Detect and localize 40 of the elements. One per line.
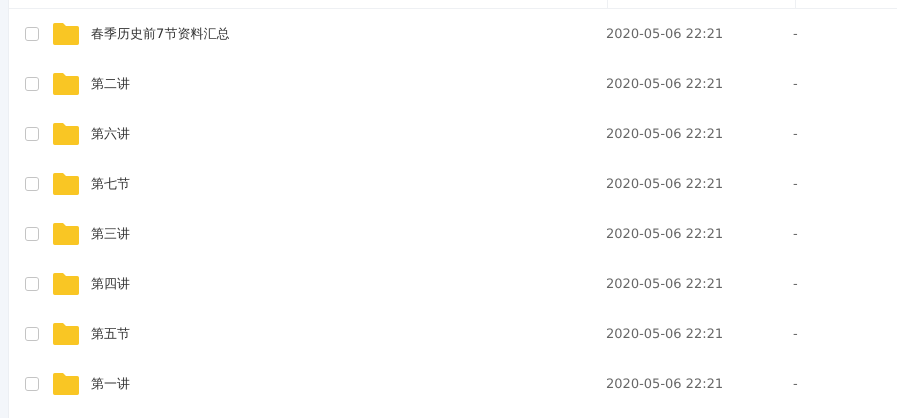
file-size: - [793,176,798,192]
modified-date: 2020-05-06 22:21 [606,376,724,392]
file-name[interactable]: 春季历史前7节资料汇总 [91,25,606,43]
file-size: - [793,26,798,42]
folder-icon [53,123,79,145]
modified-date: 2020-05-06 22:21 [606,76,724,92]
checkbox[interactable] [25,27,39,41]
file-name[interactable]: 第七节 [91,175,606,193]
file-size: - [793,226,798,242]
modified-date: 2020-05-06 22:21 [606,126,724,142]
folder-icon [53,73,79,95]
file-size: - [793,126,798,142]
checkbox[interactable] [25,127,39,141]
folder-icon [53,323,79,345]
file-name[interactable]: 第四讲 [91,275,606,293]
file-size: - [793,76,798,92]
file-name[interactable]: 第五节 [91,325,606,343]
checkbox[interactable] [25,227,39,241]
folder-icon [53,273,79,295]
file-name[interactable]: 第三讲 [91,225,606,243]
modified-date: 2020-05-06 22:21 [606,326,724,342]
file-size: - [793,376,798,392]
checkbox[interactable] [25,277,39,291]
checkbox[interactable] [25,77,39,91]
modified-date: 2020-05-06 22:21 [606,176,724,192]
folder-icon [53,223,79,245]
modified-date: 2020-05-06 22:21 [606,26,724,42]
file-size: - [793,276,798,292]
file-name[interactable]: 第六讲 [91,125,606,143]
file-size: - [793,326,798,342]
checkbox[interactable] [25,377,39,391]
checkbox[interactable] [25,327,39,341]
file-name[interactable]: 第一讲 [91,375,606,393]
folder-icon [53,173,79,195]
folder-icon [53,373,79,395]
checkbox[interactable] [25,177,39,191]
modified-date: 2020-05-06 22:21 [606,276,724,292]
folder-icon [53,23,79,45]
file-name[interactable]: 第二讲 [91,75,606,93]
modified-date: 2020-05-06 22:21 [606,226,724,242]
